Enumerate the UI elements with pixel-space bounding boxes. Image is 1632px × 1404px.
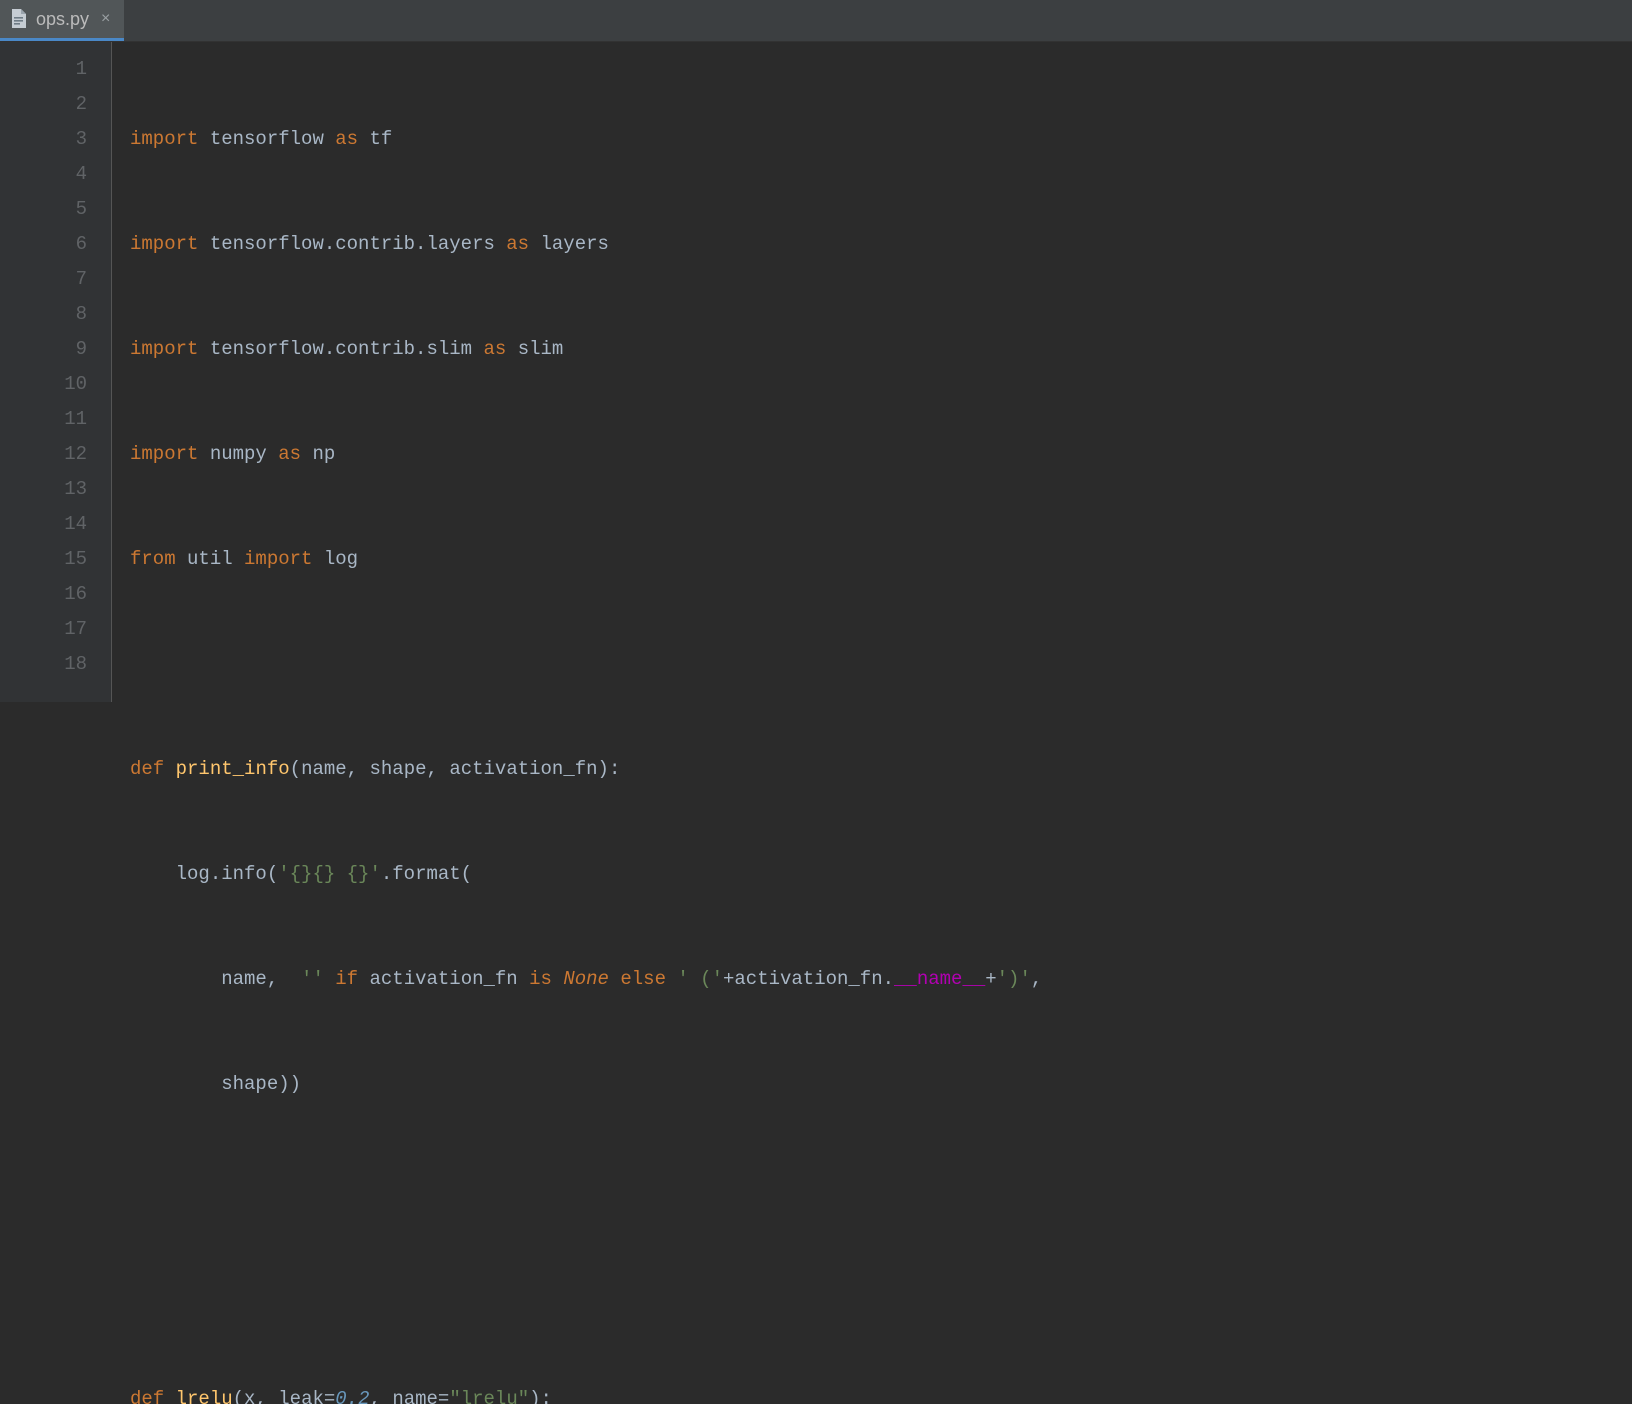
line-number: 16 [0, 577, 87, 612]
line-number: 14 [0, 507, 87, 542]
line-number: 10 [0, 367, 87, 402]
line-number: 1 [0, 52, 87, 87]
close-icon[interactable]: × [101, 10, 110, 28]
code-line: name, '' if activation_fn is None else '… [130, 962, 1042, 997]
code-line: def print_info(name, shape, activation_f… [130, 752, 1042, 787]
line-number: 9 [0, 332, 87, 367]
code-line: import tensorflow as tf [130, 122, 1042, 157]
tab-ops-py[interactable]: ops.py × [0, 0, 124, 41]
line-number: 12 [0, 437, 87, 472]
code-line: log.info('{}{} {}'.format( [130, 857, 1042, 892]
file-icon [10, 8, 28, 30]
tab-bar: ops.py × [0, 0, 1632, 42]
code-line [130, 1172, 1042, 1207]
editor: 1 2 3 4 5 6 7 8 9 10 11 12 13 14 15 16 1… [0, 42, 1632, 702]
line-number: 8 [0, 297, 87, 332]
line-number: 5 [0, 192, 87, 227]
line-number: 7 [0, 262, 87, 297]
code-line: shape)) [130, 1067, 1042, 1102]
code-line: from util import log [130, 542, 1042, 577]
code-line: def lrelu(x, leak=0.2, name="lrelu"): [130, 1382, 1042, 1404]
tab-filename: ops.py [36, 9, 89, 30]
code-area[interactable]: import tensorflow as tf import tensorflo… [112, 42, 1042, 702]
gutter: 1 2 3 4 5 6 7 8 9 10 11 12 13 14 15 16 1… [0, 42, 112, 702]
code-line [130, 1277, 1042, 1312]
line-number: 2 [0, 87, 87, 122]
line-number: 15 [0, 542, 87, 577]
code-line: import numpy as np [130, 437, 1042, 472]
line-number: 17 [0, 612, 87, 647]
code-line [130, 647, 1042, 682]
code-line: import tensorflow.contrib.layers as laye… [130, 227, 1042, 262]
line-number: 18 [0, 647, 87, 682]
line-number: 4 [0, 157, 87, 192]
line-number: 11 [0, 402, 87, 437]
line-number: 6 [0, 227, 87, 262]
line-number: 3 [0, 122, 87, 157]
code-line: import tensorflow.contrib.slim as slim [130, 332, 1042, 367]
line-number: 13 [0, 472, 87, 507]
